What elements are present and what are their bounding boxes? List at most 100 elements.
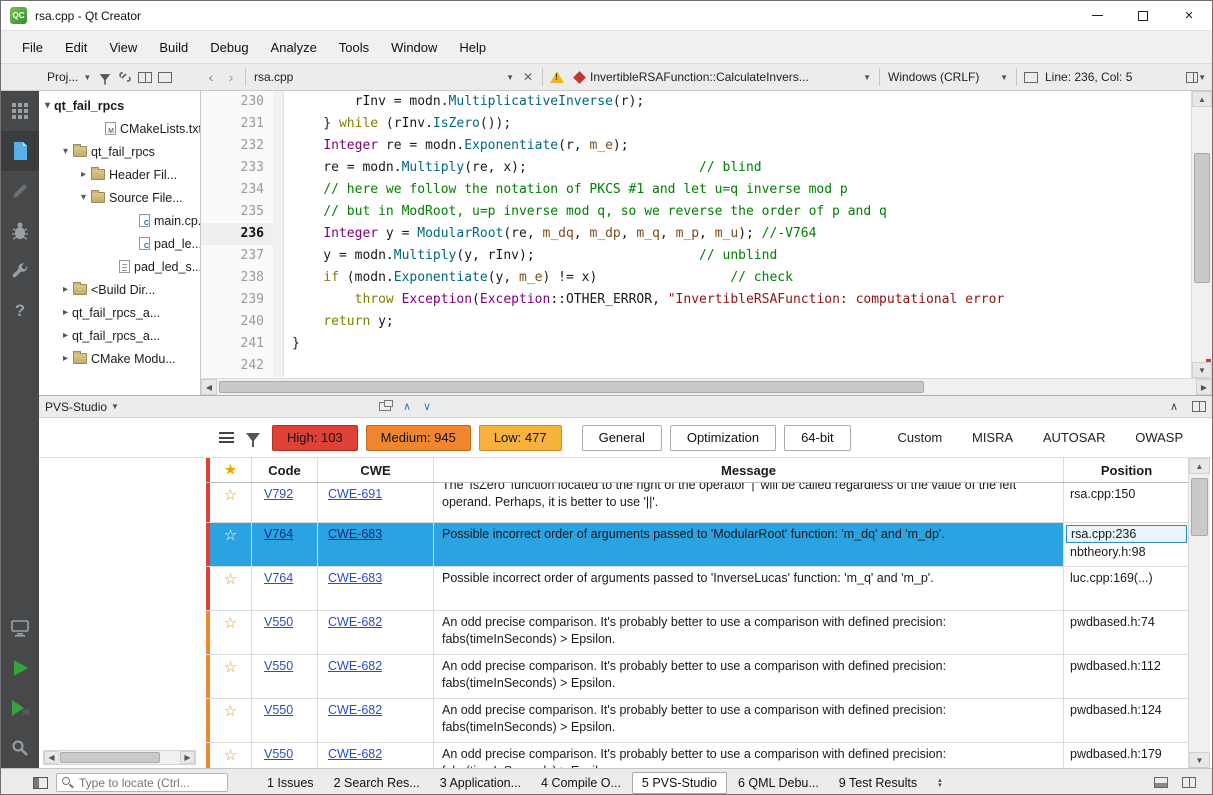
issue-cwe-link[interactable]: CWE-682	[328, 659, 382, 673]
issue-position-cell[interactable]: pwdbased.h:112	[1064, 655, 1189, 698]
mode-debug[interactable]	[1, 211, 39, 251]
editor-hscrollbar[interactable]: ◀ ▶	[201, 378, 1212, 395]
output-pane-toggle-icon[interactable]	[1154, 777, 1168, 788]
issue-cwe-link[interactable]: CWE-691	[328, 487, 382, 501]
favorite-star-cell[interactable]: ☆	[210, 567, 252, 610]
code-line[interactable]: 237 y = modn.Multiply(y, rInv); // unbli…	[201, 245, 1191, 267]
menu-tools[interactable]: Tools	[328, 36, 380, 59]
filter-tab-autosar[interactable]: AUTOSAR	[1043, 430, 1106, 445]
code-line[interactable]: 242	[201, 355, 1191, 377]
code-line[interactable]: 233 re = modn.Multiply(re, x); // blind	[201, 157, 1191, 179]
code-line[interactable]: 236 Integer y = ModularRoot(re, m_dq, m_…	[201, 223, 1191, 245]
issue-position-cell[interactable]: pwdbased.h:124	[1064, 699, 1189, 742]
tree-item[interactable]: ▸CMake Modu...	[39, 347, 200, 370]
issue-cwe-link[interactable]: CWE-682	[328, 703, 382, 717]
mode-edit[interactable]	[1, 131, 39, 171]
output-pane-5-pvs-studio[interactable]: 5 PVS-Studio	[632, 772, 727, 794]
menu-debug[interactable]: Debug	[199, 36, 259, 59]
filter-group-optimization[interactable]: Optimization	[670, 425, 776, 451]
tree-item[interactable]: ▾qt_fail_rpcs	[39, 94, 200, 117]
issue-code-link[interactable]: V550	[264, 747, 293, 761]
expand-pane-icon[interactable]	[1192, 401, 1206, 412]
favorite-star-cell[interactable]: ☆	[210, 743, 252, 768]
menu-edit[interactable]: Edit	[54, 36, 98, 59]
favorite-star-cell[interactable]: ☆	[210, 699, 252, 742]
menu-hamburger-icon[interactable]	[219, 432, 234, 443]
scroll-right-icon[interactable]: ▶	[1196, 379, 1212, 395]
locator-input[interactable]	[57, 774, 227, 791]
issue-position-cell[interactable]: rsa.cpp:150	[1064, 483, 1189, 522]
output-pane-1-issues[interactable]: 1 Issues	[258, 773, 323, 793]
tree-item[interactable]: ▸Header Fil...	[39, 163, 200, 186]
issue-row[interactable]: ☆V764CWE-683Possible incorrect order of …	[206, 523, 1189, 567]
favorite-star-cell[interactable]: ☆	[210, 523, 252, 566]
favorite-star-cell[interactable]: ☆	[210, 483, 252, 522]
minimize-button[interactable]	[1074, 1, 1120, 30]
code-line[interactable]: 230 rInv = modn.MultiplicativeInverse(r)…	[201, 91, 1191, 113]
tree-item[interactable]: main.cp...	[39, 209, 200, 232]
filter-group-general[interactable]: General	[582, 425, 662, 451]
issue-position-cell[interactable]: pwdbased.h:179	[1064, 743, 1189, 768]
issue-code-link[interactable]: V550	[264, 615, 293, 629]
issue-cwe-link[interactable]: CWE-682	[328, 615, 382, 629]
window-layout-icon[interactable]	[1182, 777, 1196, 788]
code-line[interactable]: 234 // here we follow the notation of PK…	[201, 179, 1191, 201]
issue-row[interactable]: ☆V764CWE-683Possible incorrect order of …	[206, 567, 1189, 611]
maximize-button[interactable]	[1120, 1, 1166, 30]
menu-help[interactable]: Help	[448, 36, 497, 59]
issue-position-cell[interactable]: luc.cpp:169(...)	[1064, 567, 1189, 610]
issue-cwe-link[interactable]: CWE-682	[328, 747, 382, 761]
build-button[interactable]	[1, 728, 39, 768]
issue-code-link[interactable]: V550	[264, 659, 293, 673]
scroll-down-icon[interactable]: ▼	[1192, 362, 1212, 378]
symbol-selector[interactable]: InvertibleRSAFunction::CalculateInvers..…	[567, 66, 875, 88]
tree-item[interactable]: ▾Source File...	[39, 186, 200, 209]
scroll-left-icon[interactable]: ◀	[201, 379, 217, 395]
issue-code-link[interactable]: V764	[264, 527, 293, 541]
output-pane-6-qml-debu-[interactable]: 6 QML Debu...	[729, 773, 828, 793]
filter-funnel-icon[interactable]	[246, 433, 260, 442]
output-pane-2-search-res-[interactable]: 2 Search Res...	[325, 773, 429, 793]
code-line[interactable]: 240 return y;	[201, 311, 1191, 333]
issue-code-link[interactable]: V550	[264, 703, 293, 717]
tree-item[interactable]: CMakeLists.txt	[39, 117, 200, 140]
run-button[interactable]	[1, 648, 39, 688]
next-issue-icon[interactable]: ∨	[423, 400, 431, 413]
kit-selector[interactable]	[1, 608, 39, 648]
code-editor[interactable]: 230 rInv = modn.MultiplicativeInverse(r)…	[201, 91, 1212, 378]
issue-row[interactable]: ☆V550CWE-682An odd precise comparison. I…	[206, 611, 1189, 655]
split-editor-button[interactable]: ▼	[1186, 67, 1206, 87]
pvs-table-vscrollbar[interactable]: ▲ ▼	[1188, 458, 1210, 768]
left-pane-hscrollbar[interactable]: ◀ ▶	[43, 750, 196, 765]
code-line[interactable]: 232 Integer re = modn.Exponentiate(r, m_…	[201, 135, 1191, 157]
code-column-header[interactable]: Code	[252, 458, 318, 482]
issue-row[interactable]: ☆V550CWE-682An odd precise comparison. I…	[206, 699, 1189, 743]
menu-window[interactable]: Window	[380, 36, 448, 59]
filter-group-64-bit[interactable]: 64-bit	[784, 425, 851, 451]
mode-help[interactable]: ?	[1, 291, 39, 331]
code-line[interactable]: 239 throw Exception(Exception::OTHER_ERR…	[201, 289, 1191, 311]
filter-medium-button[interactable]: Medium: 945	[366, 425, 471, 451]
scroll-up-icon[interactable]: ▲	[1192, 91, 1212, 107]
go-forward-button[interactable]: ›	[221, 67, 241, 87]
filter-tab-owasp[interactable]: OWASP	[1135, 430, 1183, 445]
star-column-header[interactable]: ★	[210, 458, 252, 482]
code-line[interactable]: 238 if (modn.Exponentiate(y, m_e) != x) …	[201, 267, 1191, 289]
issue-cwe-link[interactable]: CWE-683	[328, 571, 382, 585]
code-line[interactable]: 235 // but in ModRoot, u=p inverse mod q…	[201, 201, 1191, 223]
tree-item[interactable]: ▸qt_fail_rpcs_a...	[39, 301, 200, 324]
output-pane-4-compile-o-[interactable]: 4 Compile O...	[532, 773, 630, 793]
issue-row[interactable]: ☆V550CWE-682An odd precise comparison. I…	[206, 655, 1189, 699]
mode-welcome[interactable]	[1, 91, 39, 131]
vscroll-thumb[interactable]	[1194, 153, 1210, 283]
undock-pane-icon[interactable]	[379, 402, 391, 411]
filter-tree-icon[interactable]	[95, 67, 115, 87]
issue-code-link[interactable]: V764	[264, 571, 293, 585]
toggle-sidebar-icon[interactable]	[33, 777, 48, 789]
editor-options-icon[interactable]	[1021, 67, 1041, 87]
output-pane-9-test-results[interactable]: 9 Test Results	[830, 773, 926, 793]
sync-with-editor-icon[interactable]	[115, 67, 135, 87]
close-button[interactable]: ×	[1166, 1, 1212, 30]
code-area[interactable]: 230 rInv = modn.MultiplicativeInverse(r)…	[201, 91, 1191, 378]
hscroll-thumb[interactable]	[60, 752, 160, 763]
